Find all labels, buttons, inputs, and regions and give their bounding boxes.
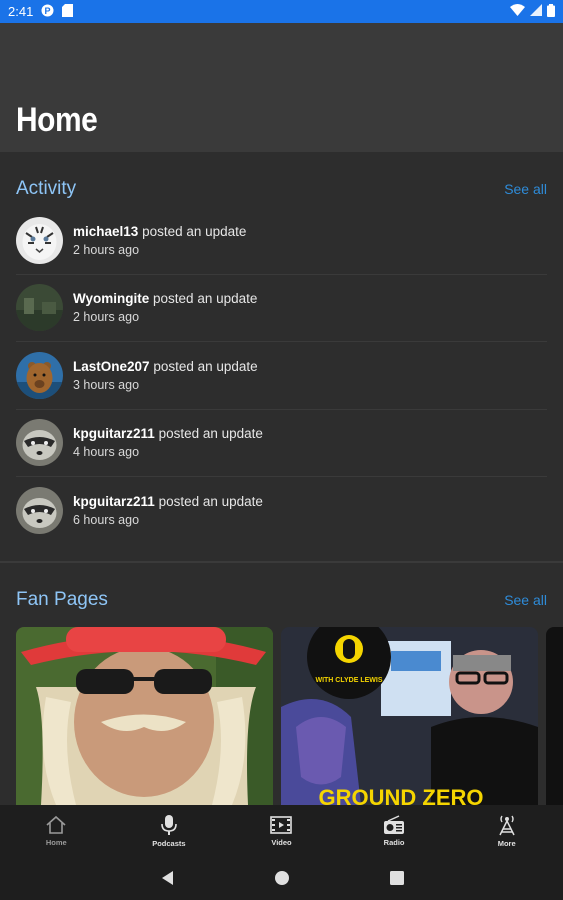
activity-line: kpguitarz211 posted an update <box>73 494 263 509</box>
activity-item[interactable]: LastOne207 posted an update 3 hours ago <box>16 342 547 410</box>
activity-section-header: Activity See all <box>16 178 547 200</box>
raccoon-avatar[interactable] <box>16 419 63 467</box>
section-divider <box>0 561 563 563</box>
bottom-nav: Home Podcasts Video Radio More <box>0 805 563 856</box>
sd-card-icon <box>62 3 74 20</box>
activity-line: LastOne207 posted an update <box>73 359 258 374</box>
app-header: Home <box>0 23 563 152</box>
logo-text: WITH CLYDE LEWIS <box>315 677 382 684</box>
banner-text: GROUND ZERO <box>319 785 484 805</box>
status-time: 2:41 <box>8 4 34 19</box>
activity-time: 3 hours ago <box>73 377 140 392</box>
nav-label: Radio <box>383 837 405 847</box>
recents-icon[interactable] <box>389 871 404 885</box>
activity-see-all-link[interactable]: See all <box>504 181 547 197</box>
back-icon[interactable] <box>160 870 174 886</box>
activity-time: 6 hours ago <box>73 513 140 528</box>
activity-action: posted an update <box>158 494 263 510</box>
fan-page-card-1[interactable] <box>16 627 273 805</box>
system-nav-bar <box>0 856 563 900</box>
nav-label: Home <box>45 837 67 847</box>
nav-label: Video <box>271 837 292 847</box>
status-bar: 2:41 P <box>0 0 563 23</box>
notification-p-icon: P <box>41 4 54 20</box>
home-icon <box>46 815 66 834</box>
activity-item[interactable]: Wyomingite posted an update 2 hours ago <box>16 275 547 342</box>
fan-page-card-3[interactable] <box>546 627 563 805</box>
ground-zero-photo: WITH CLYDE LEWIS GROUND ZERO <box>281 627 538 805</box>
activity-action: posted an update <box>158 426 263 442</box>
activity-action: posted an update <box>153 291 258 307</box>
activity-item[interactable]: kpguitarz211 posted an update 6 hours ag… <box>16 477 547 545</box>
activity-item[interactable]: kpguitarz211 posted an update 4 hours ag… <box>16 410 547 477</box>
activity-username[interactable]: LastOne207 <box>73 359 150 374</box>
nav-radio[interactable]: Radio <box>338 805 451 856</box>
tower-icon <box>499 815 515 835</box>
battery-icon <box>547 3 555 20</box>
activity-username[interactable]: Wyomingite <box>73 291 149 306</box>
activity-line: kpguitarz211 posted an update <box>73 426 263 441</box>
nav-label: Podcasts <box>152 838 186 848</box>
activity-line: michael13 posted an update <box>73 224 246 239</box>
nav-podcasts[interactable]: Podcasts <box>113 805 226 856</box>
wifi-icon <box>510 4 525 19</box>
fan-pages-carousel[interactable]: WITH CLYDE LEWIS GROUND ZERO <box>16 627 563 805</box>
man-red-hat-photo <box>16 627 273 805</box>
tiger-avatar[interactable] <box>16 216 63 264</box>
page-title: Home <box>16 101 98 139</box>
raccoon-avatar[interactable] <box>16 487 63 535</box>
nav-home[interactable]: Home <box>0 805 113 856</box>
activity-username[interactable]: kpguitarz211 <box>73 426 155 441</box>
film-icon <box>270 815 293 834</box>
activity-list: michael13 posted an update 2 hours ago W… <box>16 207 547 545</box>
fan-page-card-2[interactable]: WITH CLYDE LEWIS GROUND ZERO <box>281 627 538 805</box>
radio-icon <box>384 814 405 834</box>
microphone-icon <box>161 814 177 835</box>
activity-time: 4 hours ago <box>73 445 140 460</box>
landscape-avatar[interactable] <box>16 284 63 332</box>
fan-pages-title: Fan Pages <box>16 589 108 610</box>
activity-username[interactable]: michael13 <box>73 224 138 239</box>
activity-item[interactable]: michael13 posted an update 2 hours ago <box>16 207 547 275</box>
activity-time: 2 hours ago <box>73 242 140 257</box>
nav-more[interactable]: More <box>450 805 563 856</box>
nav-label: More <box>497 838 516 848</box>
activity-time: 2 hours ago <box>73 310 140 325</box>
bear-avatar[interactable] <box>16 351 63 399</box>
activity-title: Activity <box>16 178 77 199</box>
signal-icon <box>530 4 542 19</box>
fan-pages-section-header: Fan Pages See all <box>16 589 547 611</box>
nav-video[interactable]: Video <box>225 805 338 856</box>
activity-action: posted an update <box>153 358 258 374</box>
svg-text:P: P <box>45 6 51 16</box>
activity-username[interactable]: kpguitarz211 <box>73 494 155 509</box>
home-circle-icon[interactable] <box>274 870 290 886</box>
fan-pages-see-all-link[interactable]: See all <box>504 592 547 608</box>
activity-line: Wyomingite posted an update <box>73 291 257 306</box>
activity-action: posted an update <box>142 223 247 239</box>
